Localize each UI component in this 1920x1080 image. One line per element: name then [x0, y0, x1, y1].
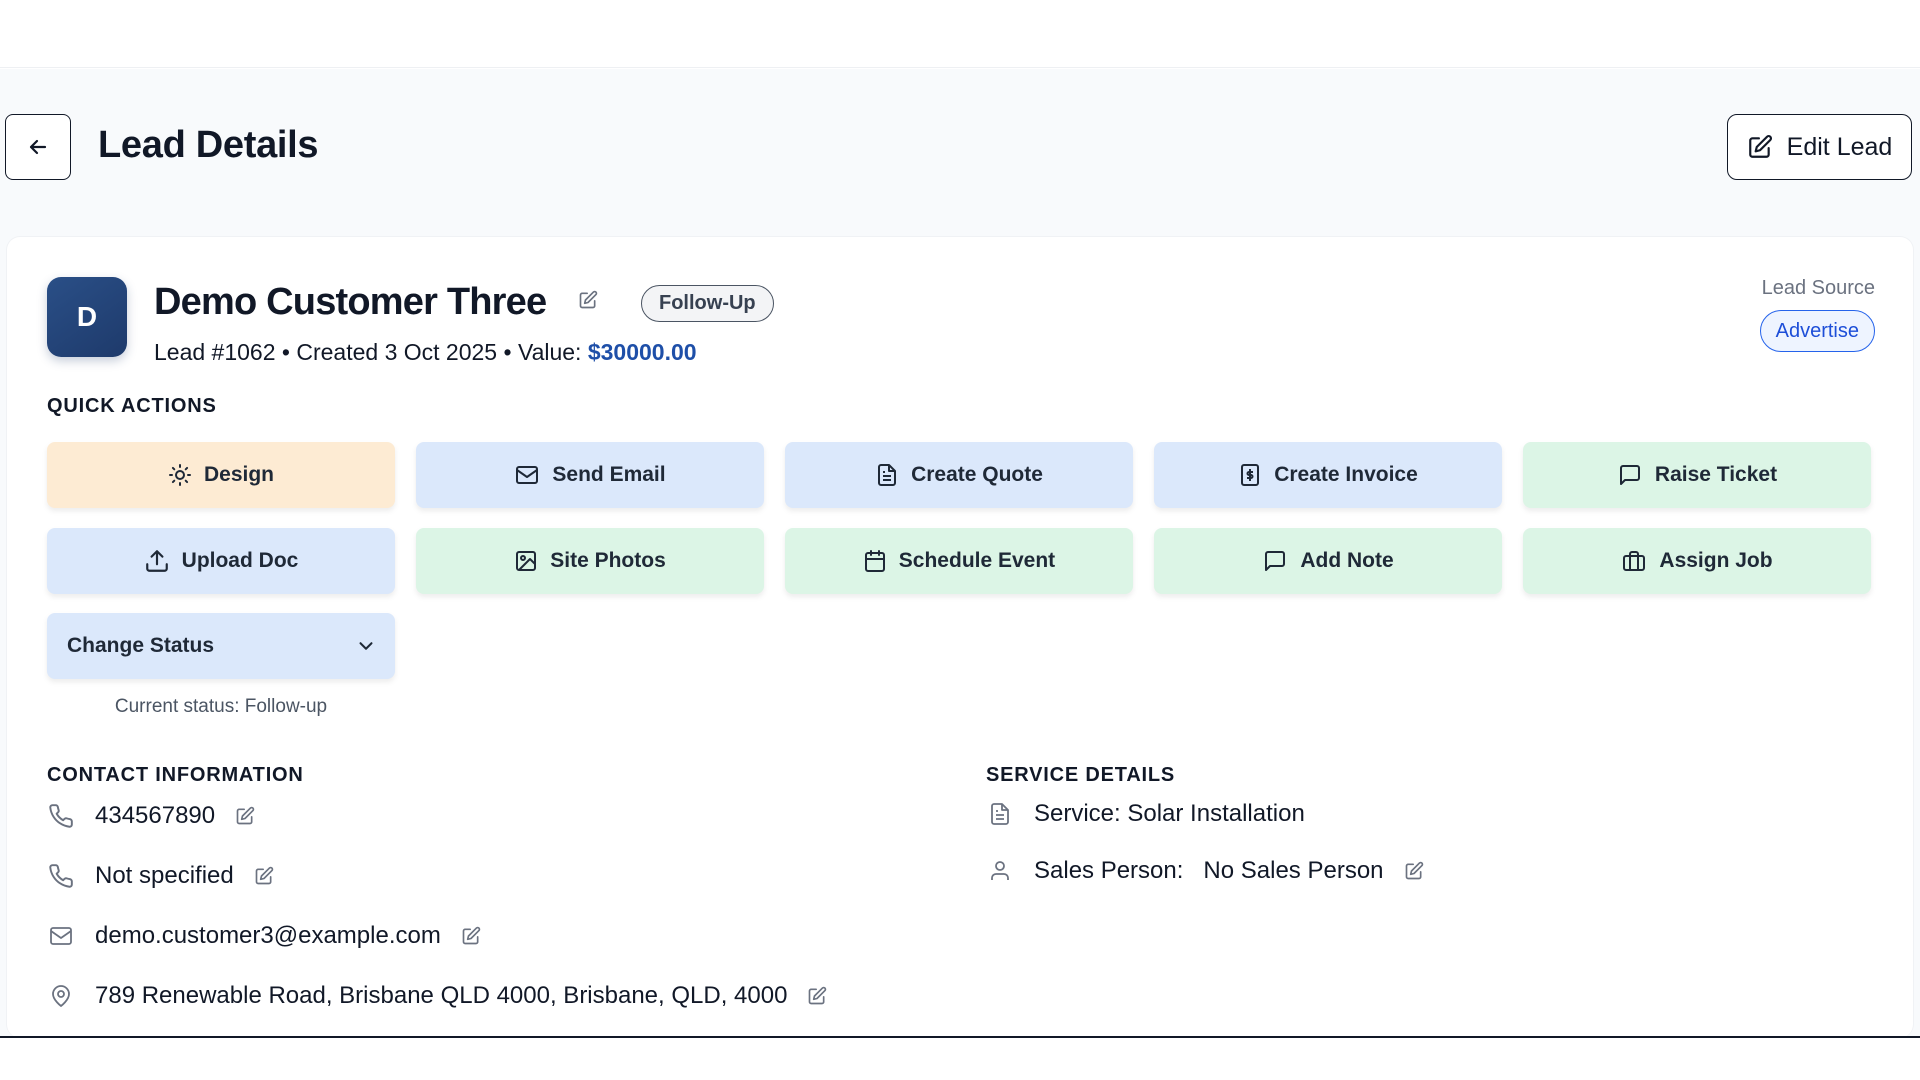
briefcase-icon — [1621, 549, 1647, 573]
upload-doc-label: Upload Doc — [181, 549, 299, 572]
file-text-icon — [875, 462, 899, 488]
service-row: Service: Solar Installation — [986, 800, 1305, 828]
dollar-file-icon — [1238, 462, 1262, 488]
user-icon — [986, 857, 1014, 885]
lead-number: Lead #1062 — [154, 339, 276, 365]
lead-card: D Demo Customer Three Follow-Up Lead #10… — [6, 236, 1914, 1038]
quick-actions-heading: QUICK ACTIONS — [47, 395, 217, 417]
raise-ticket-button[interactable]: Raise Ticket — [1523, 442, 1871, 508]
assign-job-button[interactable]: Assign Job — [1523, 528, 1871, 594]
value-label: Value: — [517, 339, 582, 365]
phone-value: 434567890 — [95, 802, 216, 829]
created-date: Created 3 Oct 2025 — [296, 339, 498, 365]
site-photos-button[interactable]: Site Photos — [416, 528, 764, 594]
separator: • — [503, 339, 512, 365]
page-title: Lead Details — [98, 124, 319, 166]
add-note-label: Add Note — [1300, 549, 1394, 572]
image-icon — [514, 549, 538, 573]
raise-ticket-label: Raise Ticket — [1654, 463, 1778, 486]
edit-email-icon[interactable] — [461, 926, 481, 946]
alt-phone-value: Not specified — [95, 862, 234, 889]
edit-phone-icon[interactable] — [235, 806, 255, 826]
send-email-button[interactable]: Send Email — [416, 442, 764, 508]
lead-source-label: Lead Source — [1761, 277, 1875, 299]
sun-icon — [168, 463, 192, 487]
change-status-dropdown[interactable]: Change Status — [47, 613, 395, 679]
service-value: Service: Solar Installation — [1034, 800, 1305, 827]
lead-value: $30000.00 — [587, 339, 697, 365]
create-invoice-label: Create Invoice — [1274, 463, 1418, 486]
assign-job-label: Assign Job — [1659, 549, 1773, 572]
edit-address-icon[interactable] — [807, 986, 827, 1006]
change-status-label: Change Status — [67, 634, 215, 657]
current-status-text: Current status: Follow-up — [114, 696, 328, 717]
email-row: demo.customer3@example.com — [47, 922, 481, 950]
phone-icon — [47, 862, 75, 890]
sales-person-row: Sales Person: No Sales Person — [986, 857, 1424, 885]
contact-info-heading: CONTACT INFORMATION — [47, 764, 304, 786]
sales-person-label: Sales Person: — [1034, 857, 1184, 884]
message-square-icon — [1262, 549, 1288, 573]
design-button[interactable]: Design — [47, 442, 395, 508]
create-quote-label: Create Quote — [911, 463, 1043, 486]
edit-name-icon[interactable] — [578, 290, 598, 310]
divider — [0, 1036, 1920, 1038]
lead-source-badge: Advertise — [1759, 310, 1875, 352]
edit-icon — [1747, 134, 1773, 160]
email-value: demo.customer3@example.com — [95, 922, 441, 949]
create-invoice-button[interactable]: Create Invoice — [1154, 442, 1502, 508]
site-photos-label: Site Photos — [550, 549, 666, 572]
map-pin-icon — [47, 982, 75, 1010]
page-header: Lead Details Edit Lead — [0, 110, 1920, 182]
arrow-left-icon — [26, 135, 50, 159]
schedule-event-button[interactable]: Schedule Event — [785, 528, 1133, 594]
phone-row: 434567890 — [47, 802, 255, 830]
edit-lead-label: Edit Lead — [1786, 132, 1893, 161]
address-row: 789 Renewable Road, Brisbane QLD 4000, B… — [47, 982, 827, 1010]
avatar: D — [47, 277, 127, 357]
lead-meta: Lead #1062 • Created 3 Oct 2025 • Value:… — [154, 339, 697, 366]
address-value: 789 Renewable Road, Brisbane QLD 4000, B… — [95, 982, 788, 1009]
mail-icon — [47, 922, 75, 950]
customer-name: Demo Customer Three — [154, 281, 547, 323]
back-button[interactable] — [5, 114, 71, 180]
edit-sales-person-icon[interactable] — [1404, 861, 1424, 881]
message-square-icon — [1617, 463, 1643, 487]
design-label: Design — [203, 463, 274, 486]
status-badge: Follow-Up — [641, 285, 774, 322]
mail-icon — [514, 463, 540, 487]
service-details-heading: SERVICE DETAILS — [986, 764, 1176, 786]
edit-alt-phone-icon[interactable] — [254, 866, 274, 886]
schedule-event-label: Schedule Event — [898, 549, 1056, 572]
top-bar — [0, 0, 1920, 68]
upload-icon — [144, 548, 170, 574]
alt-phone-row: Not specified — [47, 862, 274, 890]
separator: • — [281, 339, 290, 365]
create-quote-button[interactable]: Create Quote — [785, 442, 1133, 508]
file-text-icon — [986, 800, 1014, 828]
add-note-button[interactable]: Add Note — [1154, 528, 1502, 594]
chevron-down-icon — [355, 635, 377, 657]
send-email-label: Send Email — [552, 463, 666, 486]
upload-doc-button[interactable]: Upload Doc — [47, 528, 395, 594]
sales-person-value: No Sales Person — [1203, 857, 1384, 884]
edit-lead-button[interactable]: Edit Lead — [1727, 114, 1912, 180]
phone-icon — [47, 802, 75, 830]
calendar-icon — [863, 549, 887, 573]
